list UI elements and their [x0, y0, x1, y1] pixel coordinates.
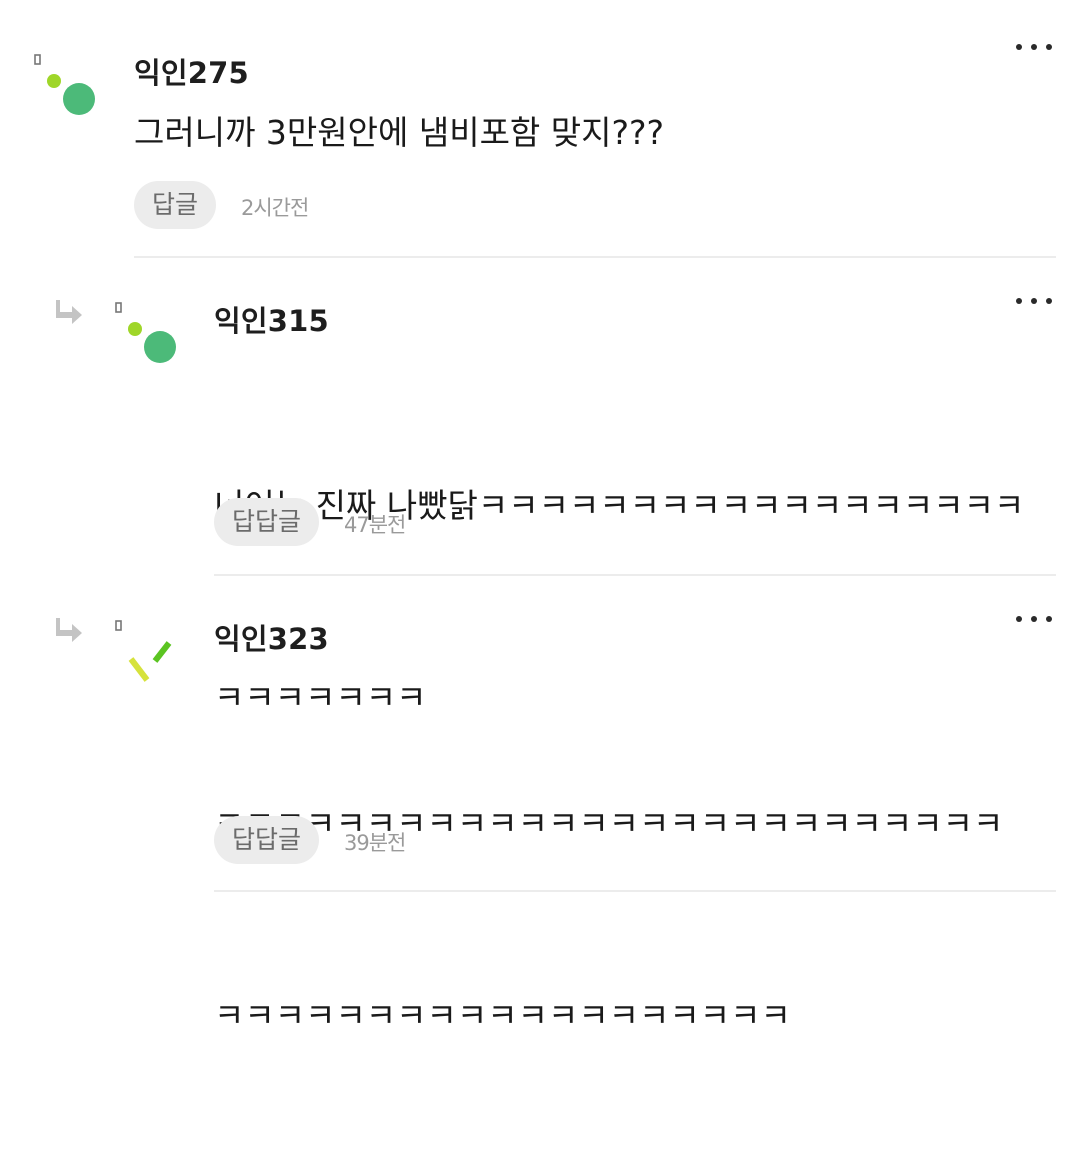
- comment-text-line: ㅋㅋㅋㅋㅋㅋㅋㅋㅋㅋㅋㅋㅋㅋㅋㅋㅋㅋㅋ: [214, 996, 791, 1035]
- comment-item: 익인275 그러니까 3만원안에 냄비포함 맞지??? 답글 2시간전: [0, 0, 1080, 258]
- divider: [214, 890, 1056, 892]
- comment-text: ㅋㅋㅋㅋㅋㅋㅋㅋㅋㅋㅋㅋㅋㅋㅋㅋㅋㅋㅋㅋㅋㅋㅋㅋㅋㅋ ㅋㅋㅋㅋㅋㅋㅋㅋㅋㅋㅋㅋㅋ…: [214, 664, 1054, 1176]
- reply-button[interactable]: 답답글: [214, 816, 319, 864]
- comment-text-line: ㅋㅋㅋㅋㅋㅋㅋㅋㅋㅋㅋㅋㅋㅋㅋㅋㅋㅋㅋㅋㅋㅋㅋㅋㅋㅋ: [214, 804, 1004, 843]
- comment-text-line: 너어는 진짜 나빴닭ㅋㅋㅋㅋㅋㅋㅋㅋㅋㅋㅋㅋㅋㅋㅋㅋㅋㅋ: [214, 486, 1025, 525]
- reply-button[interactable]: 답답글: [214, 498, 319, 546]
- reply-arrow-icon: [56, 618, 82, 642]
- comment-author: 익인275: [134, 56, 249, 90]
- more-dots-icon[interactable]: [1012, 289, 1056, 313]
- sticks-avatar-icon: [115, 620, 172, 682]
- comment-timestamp: 39분전: [344, 831, 406, 855]
- comment-text: 그러니까 3만원안에 냄비포함 맞지???: [134, 113, 665, 152]
- more-dots-icon[interactable]: [1012, 35, 1056, 59]
- comment-timestamp: 2시간전: [241, 196, 309, 220]
- dots-avatar-icon: [34, 54, 95, 115]
- comment-author: 익인315: [214, 304, 329, 338]
- comment-author: 익인323: [214, 622, 329, 656]
- more-dots-icon[interactable]: [1012, 607, 1056, 631]
- dots-avatar-icon: [115, 302, 176, 363]
- comment-timestamp: 47분전: [344, 513, 406, 537]
- reply-button[interactable]: 답글: [134, 181, 216, 229]
- reply-arrow-icon: [56, 300, 82, 324]
- reply-item: 익인315 너어는 진짜 나빴닭ㅋㅋㅋㅋㅋㅋㅋㅋㅋㅋㅋㅋㅋㅋㅋㅋㅋㅋ ㅋㅋㅋㅋㅋ…: [0, 258, 1080, 717]
- reply-item: 익인323 ㅋㅋㅋㅋㅋㅋㅋㅋㅋㅋㅋㅋㅋㅋㅋㅋㅋㅋㅋㅋㅋㅋㅋㅋㅋㅋ ㅋㅋㅋㅋㅋㅋㅋ…: [0, 576, 1080, 1035]
